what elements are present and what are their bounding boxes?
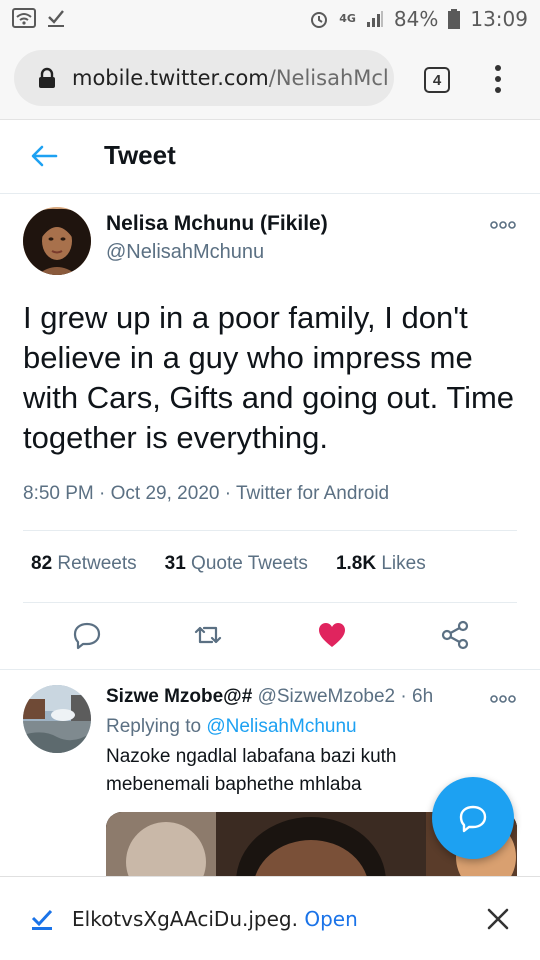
signal-icon bbox=[366, 10, 384, 28]
reply-bubble-icon bbox=[459, 805, 487, 833]
battery-percent: 84% bbox=[393, 7, 439, 31]
download-complete-icon bbox=[31, 909, 53, 930]
reply-text: Nazoke ngadlal labafana bazi kuth mebene… bbox=[106, 746, 397, 795]
reply-more-options-icon[interactable] bbox=[490, 692, 516, 706]
replying-to: Replying to @NelisahMchunu bbox=[106, 716, 357, 738]
replying-to-label: Replying to bbox=[106, 716, 202, 737]
divider bbox=[23, 530, 517, 531]
close-icon[interactable] bbox=[486, 907, 510, 931]
wifi-icon bbox=[12, 8, 36, 33]
author-handle[interactable]: @NelisahMchunu bbox=[106, 241, 264, 264]
meta-separator: · bbox=[224, 483, 232, 504]
download-info: ElkotvsXgAAciDu.jpeg. Open bbox=[72, 907, 358, 931]
compose-reply-button[interactable] bbox=[432, 777, 514, 859]
address-bar[interactable]: mobile.twitter.com/NelisahMcl bbox=[14, 50, 394, 106]
download-bar: ElkotvsXgAAciDu.jpeg. Open bbox=[0, 876, 540, 960]
share-icon[interactable] bbox=[440, 620, 470, 650]
browser-menu-button[interactable] bbox=[486, 62, 510, 96]
download-file-name: ElkotvsXgAAciDu.jpeg. bbox=[72, 907, 298, 931]
meta-separator: · bbox=[99, 483, 106, 504]
page-title: Tweet bbox=[104, 140, 176, 170]
page-header: Tweet bbox=[0, 120, 540, 194]
replying-to-link[interactable]: @NelisahMchunu bbox=[206, 716, 356, 737]
thread-separator bbox=[0, 669, 540, 670]
divider bbox=[23, 602, 517, 603]
url-domain: mobile.twitter.com bbox=[72, 66, 269, 90]
status-bar: 4G 84% 13:09 bbox=[0, 0, 540, 38]
lock-icon bbox=[39, 67, 55, 88]
back-arrow-icon[interactable] bbox=[30, 144, 58, 168]
tweet-stats: 82 Retweets 31 Quote Tweets 1.8K Likes bbox=[31, 553, 454, 575]
reply-author-handle[interactable]: @SizweMzobe2 bbox=[258, 686, 396, 707]
retweet-icon[interactable] bbox=[193, 620, 223, 650]
url-path: /NelisahMcl bbox=[268, 66, 389, 90]
clock: 13:09 bbox=[470, 7, 528, 31]
author-avatar[interactable] bbox=[23, 207, 91, 275]
network-type: 4G bbox=[339, 12, 356, 25]
meta-separator: · bbox=[400, 686, 407, 707]
reply-author-name[interactable]: Sizwe Mzobe@# bbox=[106, 686, 252, 707]
retweets-stat[interactable]: 82 Retweets bbox=[31, 553, 137, 575]
author-name[interactable]: Nelisa Mchunu (Fikile) bbox=[106, 212, 328, 236]
liked-heart-icon[interactable] bbox=[317, 620, 347, 650]
tab-switcher-button[interactable]: 4 bbox=[424, 67, 450, 93]
download-done-icon bbox=[46, 8, 66, 33]
quote-tweets-stat[interactable]: 31 Quote Tweets bbox=[165, 553, 308, 575]
more-options-icon[interactable] bbox=[490, 218, 516, 232]
battery-icon bbox=[448, 9, 461, 29]
reply-author-avatar[interactable] bbox=[23, 685, 91, 753]
tweet-time: 8:50 PM bbox=[23, 483, 94, 504]
browser-toolbar: mobile.twitter.com/NelisahMcl 4 bbox=[0, 38, 540, 120]
likes-stat[interactable]: 1.8K Likes bbox=[336, 553, 426, 575]
reply-age[interactable]: 6h bbox=[412, 686, 433, 707]
tweet-text: I grew up in a poor family, I don't beli… bbox=[23, 300, 515, 455]
reply-header: Sizwe Mzobe@# @SizweMzobe2 · 6h bbox=[106, 686, 433, 708]
tweet-timestamp[interactable]: 8:50 PM · Oct 29, 2020 · Twitter for And… bbox=[23, 483, 389, 505]
alarm-icon bbox=[309, 9, 329, 29]
tweet-date: Oct 29, 2020 bbox=[110, 483, 220, 504]
reply-icon[interactable] bbox=[72, 620, 102, 650]
tweet-source: Twitter for Android bbox=[236, 483, 390, 504]
url-text: mobile.twitter.com/NelisahMcl bbox=[72, 66, 389, 90]
open-download-link[interactable]: Open bbox=[304, 907, 357, 931]
